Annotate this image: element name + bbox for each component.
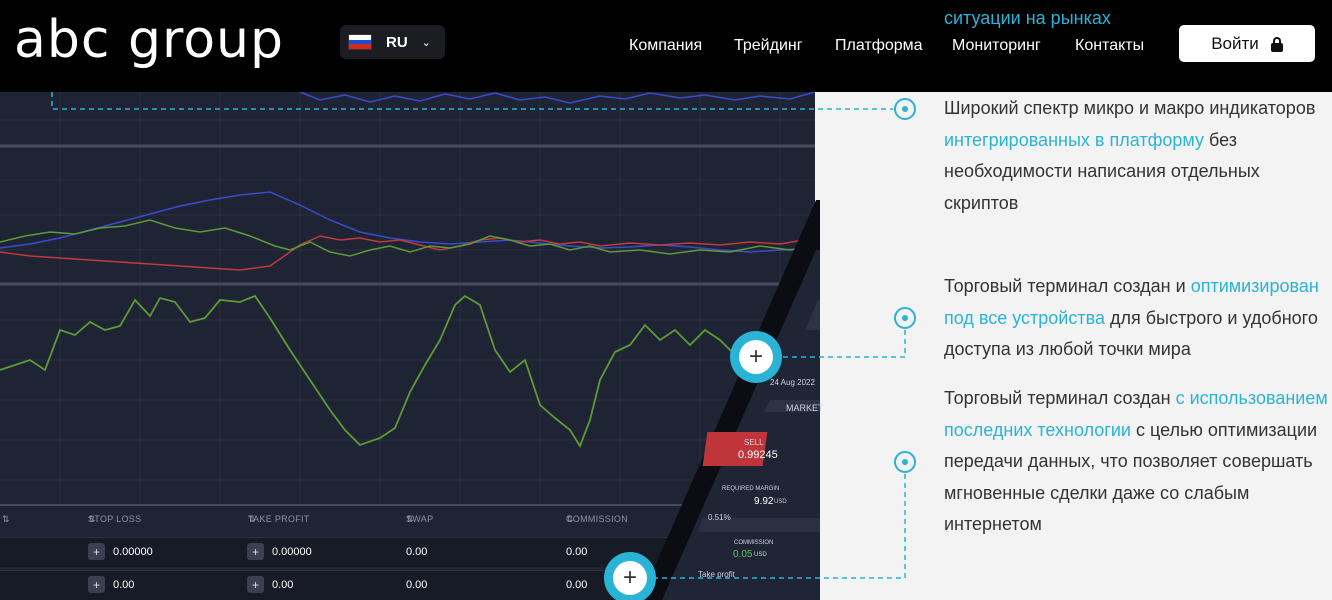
- feature-2-text: Торговый терминал создан и: [944, 276, 1191, 296]
- expand-plus-button[interactable]: +: [604, 552, 656, 600]
- feature-devices: Торговый терминал создан и оптимизирован…: [944, 271, 1332, 366]
- feature-technology: Торговый терминал создан с использование…: [944, 383, 1332, 541]
- feature-1-text: Широкий спектр микро и макро индикаторов: [944, 98, 1316, 118]
- feature-dot-3: [894, 451, 916, 473]
- feature-3-text: Торговый терминал создан: [944, 388, 1176, 408]
- feature-1-highlight: интегрированных в платформу: [944, 129, 1204, 150]
- feature-dot-2: [894, 307, 916, 329]
- feature-dot-1: [894, 98, 916, 120]
- plus-icon: +: [739, 340, 773, 374]
- feature-indicators: Широкий спектр микро и макро индикаторов…: [944, 93, 1332, 219]
- plus-icon: +: [613, 561, 647, 595]
- expand-plus-button[interactable]: +: [730, 331, 782, 383]
- feature-top-cut: ситуации на рынках: [944, 8, 1111, 28]
